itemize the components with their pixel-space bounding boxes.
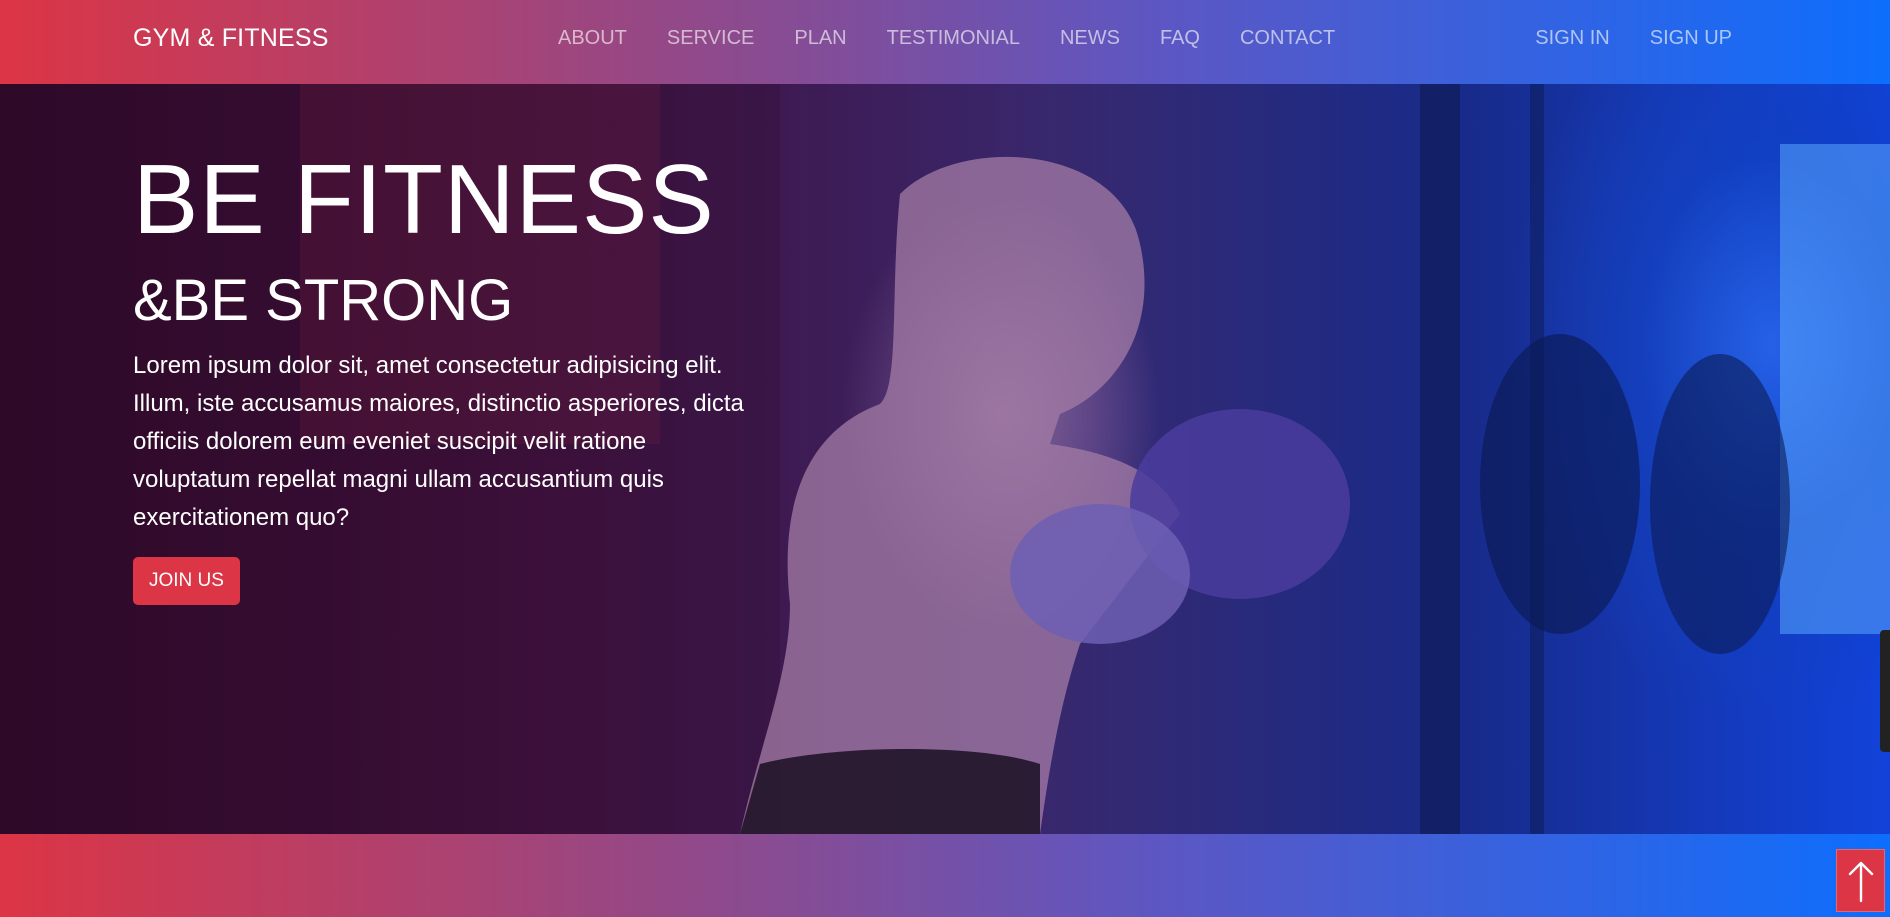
arrow-up-icon xyxy=(1848,861,1873,902)
nav-link-contact[interactable]: CONTACT xyxy=(1240,27,1335,50)
footer-strip xyxy=(0,834,1890,917)
sign-in-link[interactable]: SIGN IN xyxy=(1535,27,1609,50)
nav-link-testimonial[interactable]: TESTIMONIAL xyxy=(887,27,1020,50)
hero-subtitle: &BE STRONG xyxy=(133,267,514,333)
side-feedback-tab[interactable] xyxy=(1880,630,1890,752)
brand-logo[interactable]: GYM & FITNESS xyxy=(133,24,329,53)
nav-link-faq[interactable]: FAQ xyxy=(1160,27,1200,50)
sign-up-link[interactable]: SIGN UP xyxy=(1650,27,1732,50)
nav-links: ABOUT SERVICE PLAN TESTIMONIAL NEWS FAQ … xyxy=(558,27,1375,50)
nav-link-plan[interactable]: PLAN xyxy=(794,27,846,50)
nav-link-about[interactable]: ABOUT xyxy=(558,27,627,50)
navbar: GYM & FITNESS ABOUT SERVICE PLAN TESTIMO… xyxy=(0,0,1890,84)
nav-link-service[interactable]: SERVICE xyxy=(667,27,754,50)
join-us-button[interactable]: JOIN US xyxy=(133,556,240,605)
page: GYM & FITNESS ABOUT SERVICE PLAN TESTIMO… xyxy=(0,0,1890,917)
hero-title: BE FITNESS xyxy=(133,144,715,254)
nav-auth: SIGN IN SIGN UP xyxy=(1495,27,1732,50)
hero-content: BE FITNESS &BE STRONG Lorem ipsum dolor … xyxy=(133,148,773,605)
hero-section: BE FITNESS &BE STRONG Lorem ipsum dolor … xyxy=(0,84,1890,834)
scroll-to-top-button[interactable] xyxy=(1836,849,1885,912)
nav-link-news[interactable]: NEWS xyxy=(1060,27,1120,50)
hero-description: Lorem ipsum dolor sit, amet consectetur … xyxy=(133,351,744,531)
